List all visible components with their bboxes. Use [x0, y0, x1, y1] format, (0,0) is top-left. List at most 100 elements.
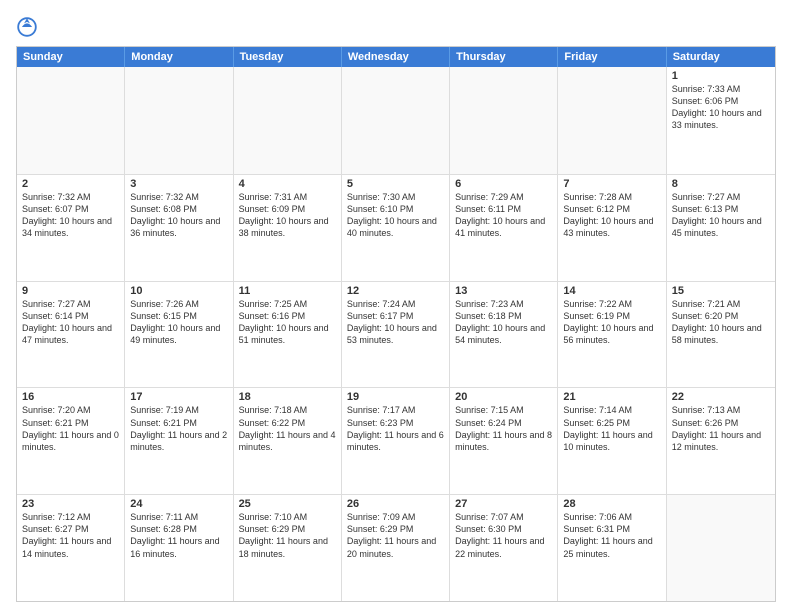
weekday-header: Sunday [17, 47, 125, 67]
day-info: Sunrise: 7:07 AM Sunset: 6:30 PM Dayligh… [455, 511, 552, 560]
calendar-cell: 6Sunrise: 7:29 AM Sunset: 6:11 PM Daylig… [450, 175, 558, 281]
calendar-cell [667, 495, 775, 601]
day-number: 13 [455, 285, 552, 297]
weekday-header: Tuesday [234, 47, 342, 67]
day-info: Sunrise: 7:17 AM Sunset: 6:23 PM Dayligh… [347, 404, 444, 453]
calendar-header: SundayMondayTuesdayWednesdayThursdayFrid… [17, 47, 775, 67]
calendar-cell: 18Sunrise: 7:18 AM Sunset: 6:22 PM Dayli… [234, 388, 342, 494]
header [16, 16, 776, 38]
logo-icon [16, 16, 38, 38]
calendar-cell: 17Sunrise: 7:19 AM Sunset: 6:21 PM Dayli… [125, 388, 233, 494]
day-number: 7 [563, 178, 660, 190]
calendar-cell: 4Sunrise: 7:31 AM Sunset: 6:09 PM Daylig… [234, 175, 342, 281]
day-number: 20 [455, 391, 552, 403]
weekday-header: Friday [558, 47, 666, 67]
calendar-cell: 20Sunrise: 7:15 AM Sunset: 6:24 PM Dayli… [450, 388, 558, 494]
day-info: Sunrise: 7:06 AM Sunset: 6:31 PM Dayligh… [563, 511, 660, 560]
calendar-cell [450, 67, 558, 174]
day-number: 5 [347, 178, 444, 190]
calendar-cell [234, 67, 342, 174]
calendar-body: 1Sunrise: 7:33 AM Sunset: 6:06 PM Daylig… [17, 67, 775, 601]
calendar-cell: 7Sunrise: 7:28 AM Sunset: 6:12 PM Daylig… [558, 175, 666, 281]
day-number: 4 [239, 178, 336, 190]
calendar-cell: 16Sunrise: 7:20 AM Sunset: 6:21 PM Dayli… [17, 388, 125, 494]
day-info: Sunrise: 7:27 AM Sunset: 6:14 PM Dayligh… [22, 298, 119, 347]
calendar-cell: 13Sunrise: 7:23 AM Sunset: 6:18 PM Dayli… [450, 282, 558, 388]
day-info: Sunrise: 7:14 AM Sunset: 6:25 PM Dayligh… [563, 404, 660, 453]
day-number: 26 [347, 498, 444, 510]
day-info: Sunrise: 7:18 AM Sunset: 6:22 PM Dayligh… [239, 404, 336, 453]
day-info: Sunrise: 7:32 AM Sunset: 6:07 PM Dayligh… [22, 191, 119, 240]
calendar-cell: 2Sunrise: 7:32 AM Sunset: 6:07 PM Daylig… [17, 175, 125, 281]
calendar: SundayMondayTuesdayWednesdayThursdayFrid… [16, 46, 776, 602]
day-info: Sunrise: 7:13 AM Sunset: 6:26 PM Dayligh… [672, 404, 770, 453]
day-number: 18 [239, 391, 336, 403]
calendar-cell: 8Sunrise: 7:27 AM Sunset: 6:13 PM Daylig… [667, 175, 775, 281]
calendar-cell: 14Sunrise: 7:22 AM Sunset: 6:19 PM Dayli… [558, 282, 666, 388]
calendar-cell: 26Sunrise: 7:09 AM Sunset: 6:29 PM Dayli… [342, 495, 450, 601]
day-info: Sunrise: 7:15 AM Sunset: 6:24 PM Dayligh… [455, 404, 552, 453]
day-info: Sunrise: 7:29 AM Sunset: 6:11 PM Dayligh… [455, 191, 552, 240]
calendar-cell: 21Sunrise: 7:14 AM Sunset: 6:25 PM Dayli… [558, 388, 666, 494]
day-number: 12 [347, 285, 444, 297]
calendar-cell: 12Sunrise: 7:24 AM Sunset: 6:17 PM Dayli… [342, 282, 450, 388]
day-number: 3 [130, 178, 227, 190]
day-info: Sunrise: 7:32 AM Sunset: 6:08 PM Dayligh… [130, 191, 227, 240]
day-number: 14 [563, 285, 660, 297]
day-info: Sunrise: 7:25 AM Sunset: 6:16 PM Dayligh… [239, 298, 336, 347]
logo [16, 16, 42, 38]
page: SundayMondayTuesdayWednesdayThursdayFrid… [0, 0, 792, 612]
calendar-row: 23Sunrise: 7:12 AM Sunset: 6:27 PM Dayli… [17, 494, 775, 601]
weekday-header: Monday [125, 47, 233, 67]
day-number: 28 [563, 498, 660, 510]
day-info: Sunrise: 7:21 AM Sunset: 6:20 PM Dayligh… [672, 298, 770, 347]
calendar-cell [558, 67, 666, 174]
calendar-row: 1Sunrise: 7:33 AM Sunset: 6:06 PM Daylig… [17, 67, 775, 174]
calendar-cell: 19Sunrise: 7:17 AM Sunset: 6:23 PM Dayli… [342, 388, 450, 494]
calendar-cell: 24Sunrise: 7:11 AM Sunset: 6:28 PM Dayli… [125, 495, 233, 601]
calendar-cell: 28Sunrise: 7:06 AM Sunset: 6:31 PM Dayli… [558, 495, 666, 601]
calendar-cell: 22Sunrise: 7:13 AM Sunset: 6:26 PM Dayli… [667, 388, 775, 494]
calendar-cell: 11Sunrise: 7:25 AM Sunset: 6:16 PM Dayli… [234, 282, 342, 388]
day-info: Sunrise: 7:27 AM Sunset: 6:13 PM Dayligh… [672, 191, 770, 240]
day-number: 11 [239, 285, 336, 297]
day-number: 22 [672, 391, 770, 403]
day-number: 10 [130, 285, 227, 297]
day-info: Sunrise: 7:12 AM Sunset: 6:27 PM Dayligh… [22, 511, 119, 560]
day-info: Sunrise: 7:11 AM Sunset: 6:28 PM Dayligh… [130, 511, 227, 560]
calendar-row: 16Sunrise: 7:20 AM Sunset: 6:21 PM Dayli… [17, 387, 775, 494]
day-number: 23 [22, 498, 119, 510]
day-number: 21 [563, 391, 660, 403]
calendar-cell: 10Sunrise: 7:26 AM Sunset: 6:15 PM Dayli… [125, 282, 233, 388]
weekday-header: Wednesday [342, 47, 450, 67]
day-number: 19 [347, 391, 444, 403]
day-number: 27 [455, 498, 552, 510]
day-info: Sunrise: 7:24 AM Sunset: 6:17 PM Dayligh… [347, 298, 444, 347]
calendar-row: 2Sunrise: 7:32 AM Sunset: 6:07 PM Daylig… [17, 174, 775, 281]
day-number: 17 [130, 391, 227, 403]
day-number: 15 [672, 285, 770, 297]
day-number: 24 [130, 498, 227, 510]
calendar-cell: 23Sunrise: 7:12 AM Sunset: 6:27 PM Dayli… [17, 495, 125, 601]
day-info: Sunrise: 7:09 AM Sunset: 6:29 PM Dayligh… [347, 511, 444, 560]
calendar-cell: 15Sunrise: 7:21 AM Sunset: 6:20 PM Dayli… [667, 282, 775, 388]
day-number: 16 [22, 391, 119, 403]
calendar-cell: 27Sunrise: 7:07 AM Sunset: 6:30 PM Dayli… [450, 495, 558, 601]
calendar-row: 9Sunrise: 7:27 AM Sunset: 6:14 PM Daylig… [17, 281, 775, 388]
weekday-header: Saturday [667, 47, 775, 67]
calendar-cell: 9Sunrise: 7:27 AM Sunset: 6:14 PM Daylig… [17, 282, 125, 388]
day-info: Sunrise: 7:30 AM Sunset: 6:10 PM Dayligh… [347, 191, 444, 240]
day-number: 25 [239, 498, 336, 510]
weekday-header: Thursday [450, 47, 558, 67]
day-number: 1 [672, 70, 770, 82]
calendar-cell: 3Sunrise: 7:32 AM Sunset: 6:08 PM Daylig… [125, 175, 233, 281]
day-info: Sunrise: 7:26 AM Sunset: 6:15 PM Dayligh… [130, 298, 227, 347]
day-info: Sunrise: 7:28 AM Sunset: 6:12 PM Dayligh… [563, 191, 660, 240]
day-info: Sunrise: 7:33 AM Sunset: 6:06 PM Dayligh… [672, 83, 770, 132]
calendar-cell [17, 67, 125, 174]
day-info: Sunrise: 7:23 AM Sunset: 6:18 PM Dayligh… [455, 298, 552, 347]
day-info: Sunrise: 7:10 AM Sunset: 6:29 PM Dayligh… [239, 511, 336, 560]
day-info: Sunrise: 7:22 AM Sunset: 6:19 PM Dayligh… [563, 298, 660, 347]
calendar-cell [125, 67, 233, 174]
day-number: 2 [22, 178, 119, 190]
